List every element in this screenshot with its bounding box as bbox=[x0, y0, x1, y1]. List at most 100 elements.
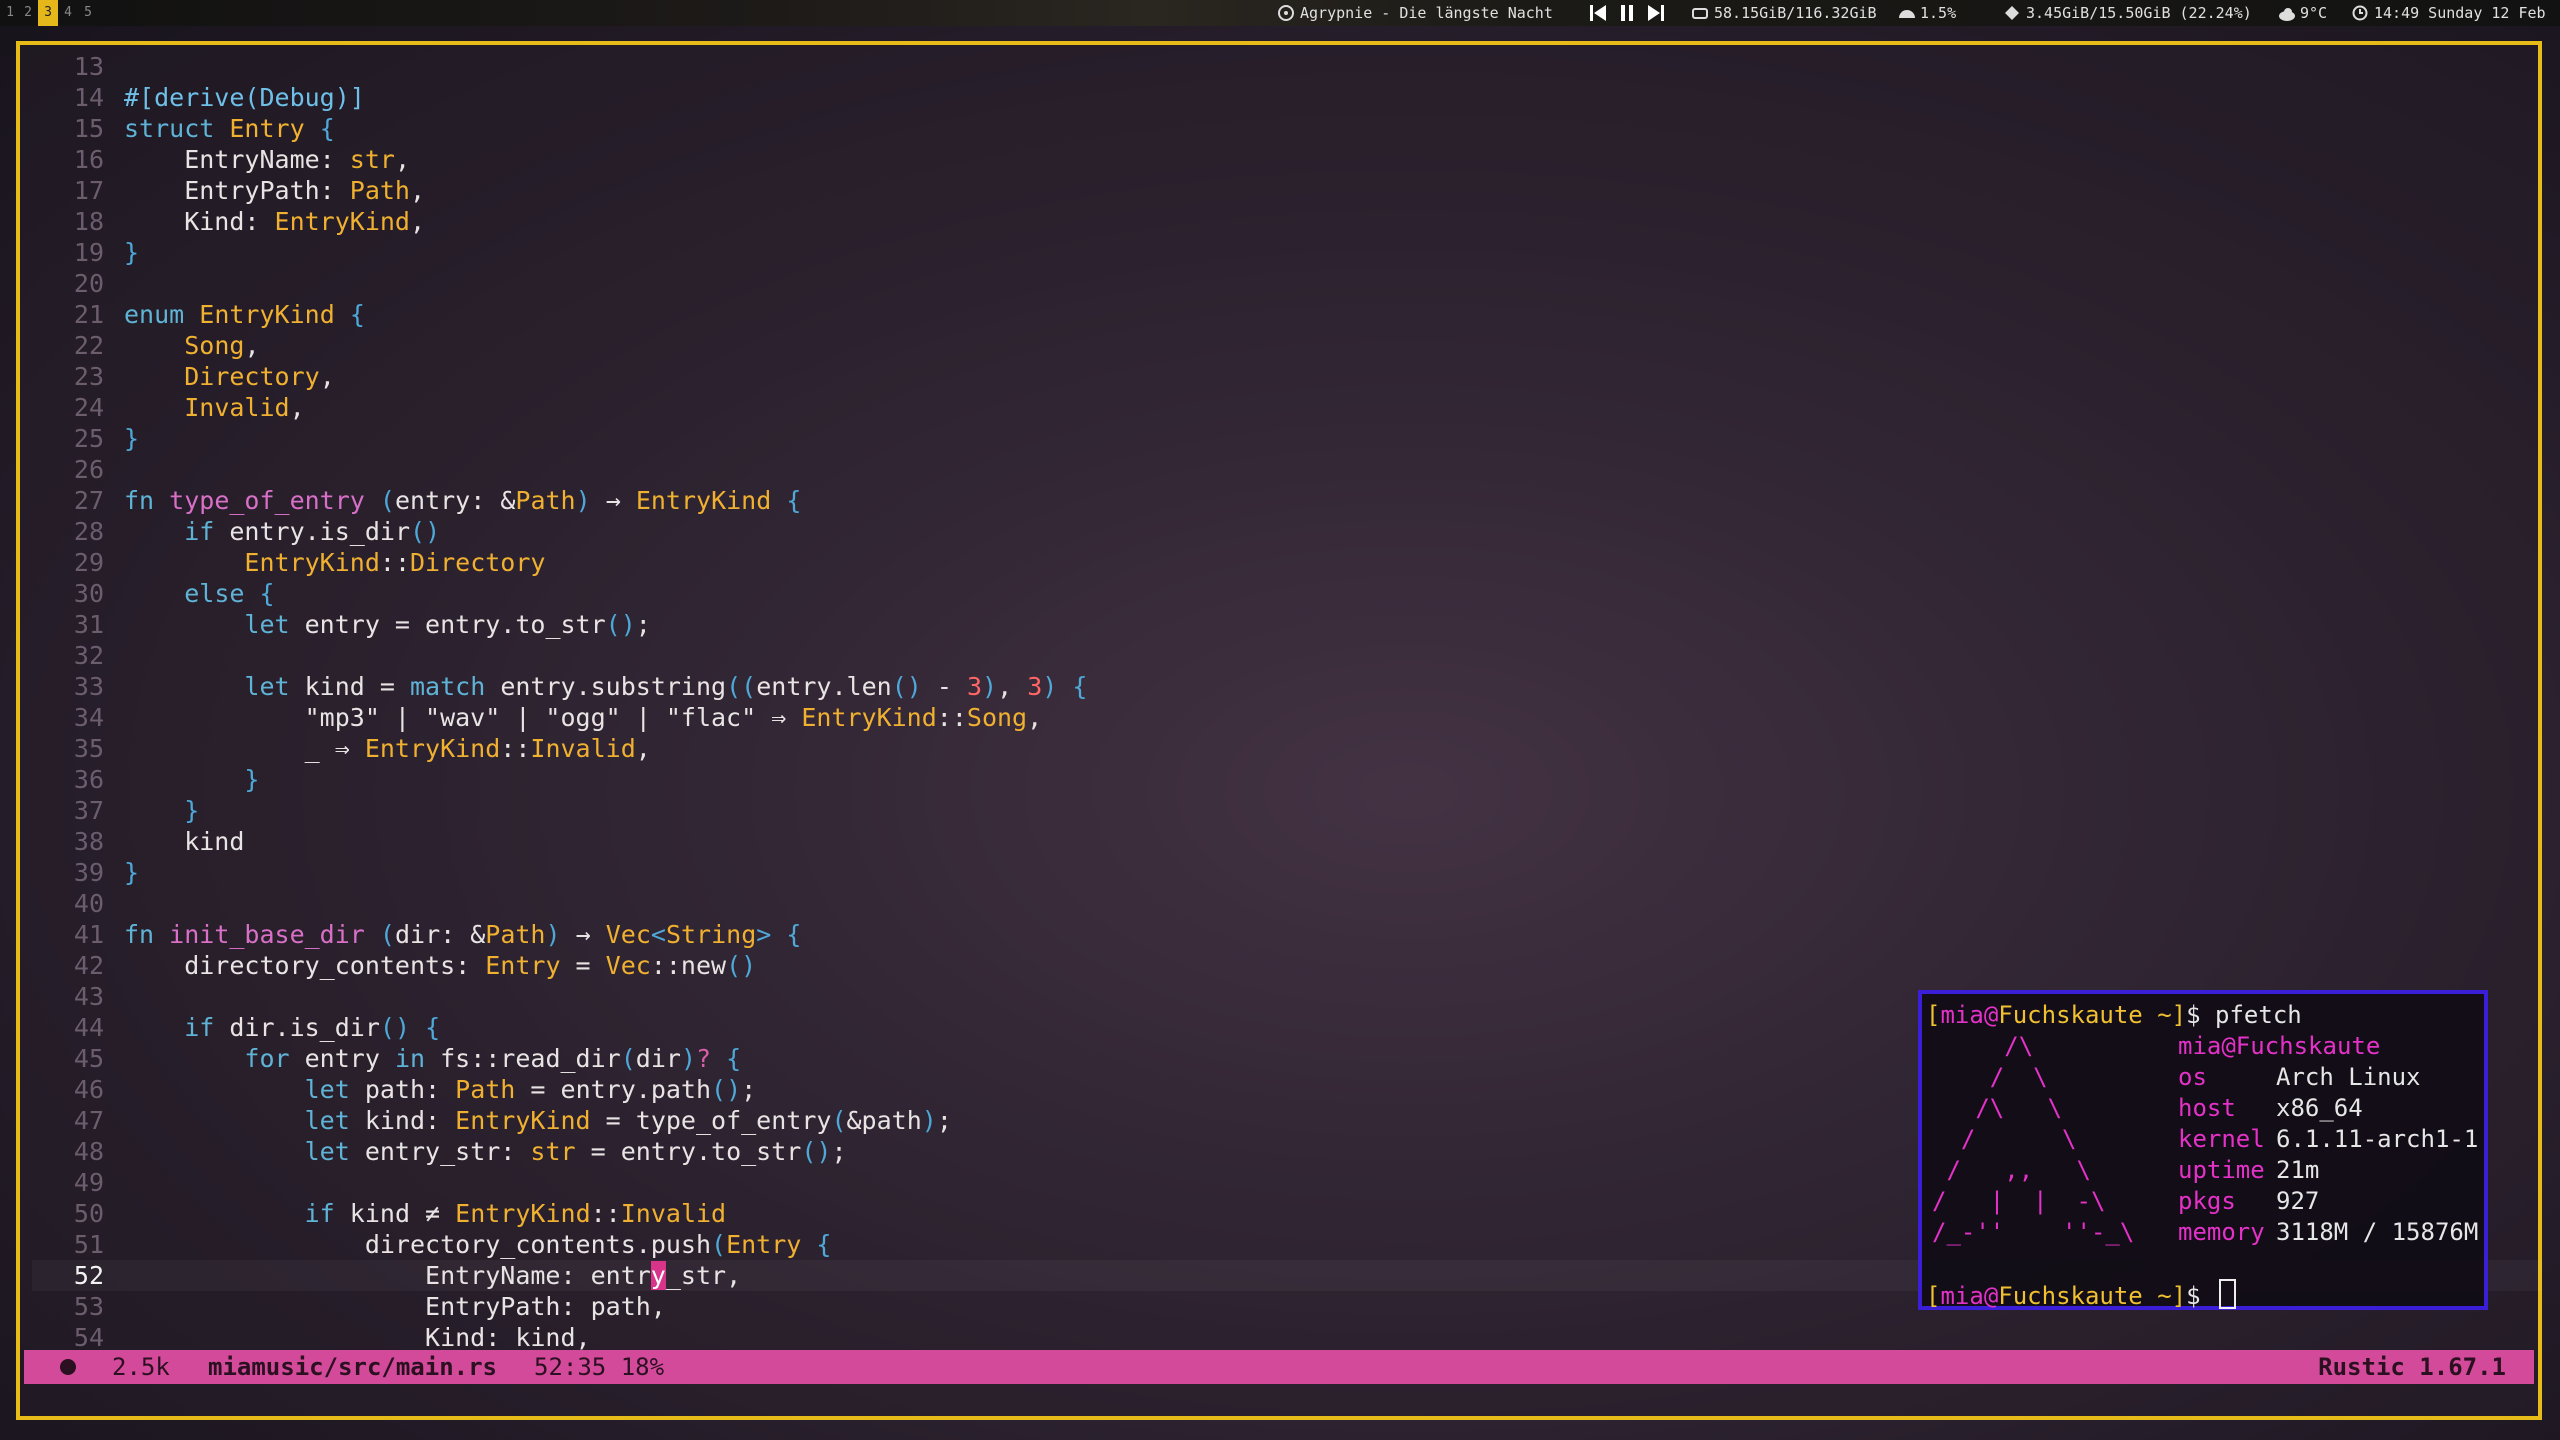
code-line[interactable]: 22 Song, bbox=[32, 330, 2542, 361]
code-line[interactable]: 38 kind bbox=[32, 826, 2542, 857]
line-number: 42 bbox=[73, 951, 104, 980]
code-text: } bbox=[124, 238, 140, 267]
line-number: 46 bbox=[73, 1075, 104, 1104]
code-line[interactable]: 13 bbox=[32, 51, 2542, 82]
code-line[interactable]: 24 Invalid, bbox=[32, 392, 2542, 423]
line-number: 28 bbox=[73, 517, 104, 546]
pfetch-key: uptime bbox=[2178, 1156, 2265, 1184]
terminal-command: pfetch bbox=[2215, 1001, 2302, 1029]
disk-usage: 58.15GiB/116.32GiB bbox=[1692, 0, 1877, 26]
code-text: _ ⇒ EntryKind::Invalid, bbox=[124, 734, 651, 763]
code-line[interactable]: 29 EntryKind::Directory bbox=[32, 547, 2542, 578]
workspace-2[interactable]: 2 bbox=[18, 0, 38, 26]
pfetch-value: x86_64 bbox=[2276, 1094, 2363, 1122]
code-line[interactable]: 25} bbox=[32, 423, 2542, 454]
line-number: 47 bbox=[73, 1106, 104, 1135]
workspace-5[interactable]: 5 bbox=[78, 0, 98, 26]
code-line[interactable]: 26 bbox=[32, 454, 2542, 485]
code-text: EntryName: entry_str, bbox=[124, 1261, 742, 1290]
pfetch-row: / \ kernel 6.1.11-arch1-1 bbox=[1926, 1124, 2484, 1155]
clock-icon bbox=[2352, 3, 2368, 21]
pfetch-title: mia@Fuchskaute bbox=[2178, 1032, 2381, 1060]
code-line[interactable]: 31 let entry = entry.to_str(); bbox=[32, 609, 2542, 640]
code-line[interactable]: 40 bbox=[32, 888, 2542, 919]
pause-icon[interactable] bbox=[1619, 4, 1635, 22]
line-number: 49 bbox=[73, 1168, 104, 1197]
code-line[interactable]: 15 struct Entry { bbox=[32, 113, 2542, 144]
line-number: 30 bbox=[73, 579, 104, 608]
code-text: struct Entry { bbox=[124, 114, 335, 143]
workspace-4[interactable]: 4 bbox=[58, 0, 78, 26]
pfetch-row: / | | -\ pkgs 927 bbox=[1926, 1186, 2484, 1217]
previous-track-icon[interactable] bbox=[1588, 4, 1610, 22]
pfetch-key: memory bbox=[2178, 1218, 2265, 1246]
code-line[interactable]: 18 Kind: EntryKind, bbox=[32, 206, 2542, 237]
code-line[interactable]: 39} bbox=[32, 857, 2542, 888]
code-line[interactable]: 17 EntryPath: Path, bbox=[32, 175, 2542, 206]
language-mode: Rustic 1.67.1 bbox=[2318, 1353, 2506, 1381]
code-line[interactable]: 36 } bbox=[32, 764, 2542, 795]
code-line[interactable]: 27 fn type_of_entry (entry: &Path) → Entr… bbox=[32, 485, 2542, 516]
terminal-prompt-line-active[interactable]: [mia@Fuchskaute ~]$ bbox=[1926, 1279, 2484, 1310]
pfetch-value: 6.1.11-arch1-1 bbox=[2276, 1125, 2479, 1153]
code-line[interactable]: 37 } bbox=[32, 795, 2542, 826]
code-line[interactable]: 32 bbox=[32, 640, 2542, 671]
line-number: 38 bbox=[73, 827, 104, 856]
code-line[interactable]: 28 if entry.is_dir() bbox=[32, 516, 2542, 547]
disk-icon bbox=[1692, 3, 1708, 19]
pfetch-row: /\ mia@Fuchskaute bbox=[1926, 1031, 2484, 1062]
pfetch-key: host bbox=[2178, 1094, 2236, 1122]
line-number: 17 bbox=[73, 176, 104, 205]
next-track-icon[interactable] bbox=[1644, 4, 1666, 22]
code-text: directory_contents: Entry = Vec::new() bbox=[124, 951, 757, 980]
code-text: Directory, bbox=[184, 362, 335, 391]
cursor-position: 52:35 18% bbox=[534, 1353, 665, 1381]
code-text: fn type_of_entry (entry: &Path) → EntryK… bbox=[124, 486, 802, 515]
code-line[interactable]: 34 "mp3" | "wav" | "ogg" | "flac" ⇒ Entr… bbox=[32, 702, 2542, 733]
line-number: 39 bbox=[73, 858, 104, 887]
line-number: 18 bbox=[73, 207, 104, 236]
line-number: 25 bbox=[73, 424, 104, 453]
pfetch-key: pkgs bbox=[2178, 1187, 2236, 1215]
code-line[interactable]: 21 enum EntryKind { bbox=[32, 299, 2542, 330]
pfetch-row: /\ \ host x86_64 bbox=[1926, 1093, 2484, 1124]
workspace-3[interactable]: 3 bbox=[38, 0, 58, 26]
arch-logo-art: /\ \ bbox=[1932, 1094, 2063, 1122]
code-line[interactable]: 14 #[derive(Debug)] bbox=[32, 82, 2542, 113]
terminal-window[interactable]: [mia@Fuchskaute ~]$ pfetch /\ mia@Fuchska… bbox=[1918, 990, 2488, 1310]
code-text: EntryPath: path, bbox=[124, 1292, 666, 1321]
line-number: 13 bbox=[73, 52, 104, 81]
code-text: for entry in fs::read_dir(dir)? { bbox=[244, 1044, 742, 1073]
code-line[interactable]: 35 _ ⇒ EntryKind::Invalid, bbox=[32, 733, 2542, 764]
code-line[interactable]: 30 else { bbox=[32, 578, 2542, 609]
line-number: 45 bbox=[73, 1044, 104, 1073]
line-number: 53 bbox=[73, 1292, 104, 1321]
code-line[interactable]: 19} bbox=[32, 237, 2542, 268]
code-text: #[derive(Debug)] bbox=[124, 83, 365, 112]
line-number: 52 bbox=[73, 1261, 104, 1290]
pfetch-key: os bbox=[2178, 1063, 2207, 1091]
line-number: 51 bbox=[73, 1230, 104, 1259]
code-line[interactable]: 23 Directory, bbox=[32, 361, 2542, 392]
code-text: } bbox=[244, 765, 260, 794]
media-controls bbox=[1588, 0, 1666, 26]
line-number: 36 bbox=[73, 765, 104, 794]
code-text: if kind ≠ EntryKind::Invalid bbox=[304, 1199, 727, 1228]
code-line[interactable]: 33 let kind = match entry.substring((ent… bbox=[32, 671, 2542, 702]
line-number: 44 bbox=[73, 1013, 104, 1042]
cpu-usage: 1.5% bbox=[1898, 0, 1956, 26]
code-line[interactable]: 42 directory_contents: Entry = Vec::new(… bbox=[32, 950, 2542, 981]
line-number: 37 bbox=[73, 796, 104, 825]
clock-text: 14:49 Sunday 12 Feb bbox=[2374, 4, 2546, 22]
code-line[interactable]: 54 Kind: kind, bbox=[32, 1322, 2542, 1353]
line-number: 29 bbox=[73, 548, 104, 577]
code-text: let entry = entry.to_str(); bbox=[244, 610, 651, 639]
workspace-1[interactable]: 1 bbox=[0, 0, 20, 26]
weather-text: 9°C bbox=[2300, 4, 2328, 22]
code-text: EntryKind::Directory bbox=[244, 548, 546, 577]
code-text: } bbox=[124, 858, 140, 887]
code-line[interactable]: 16 EntryName: str, bbox=[32, 144, 2542, 175]
pfetch-row: / ,, \ uptime 21m bbox=[1926, 1155, 2484, 1186]
code-line[interactable]: 41 fn init_base_dir (dir: &Path) → Vec<St… bbox=[32, 919, 2542, 950]
code-line[interactable]: 20 bbox=[32, 268, 2542, 299]
